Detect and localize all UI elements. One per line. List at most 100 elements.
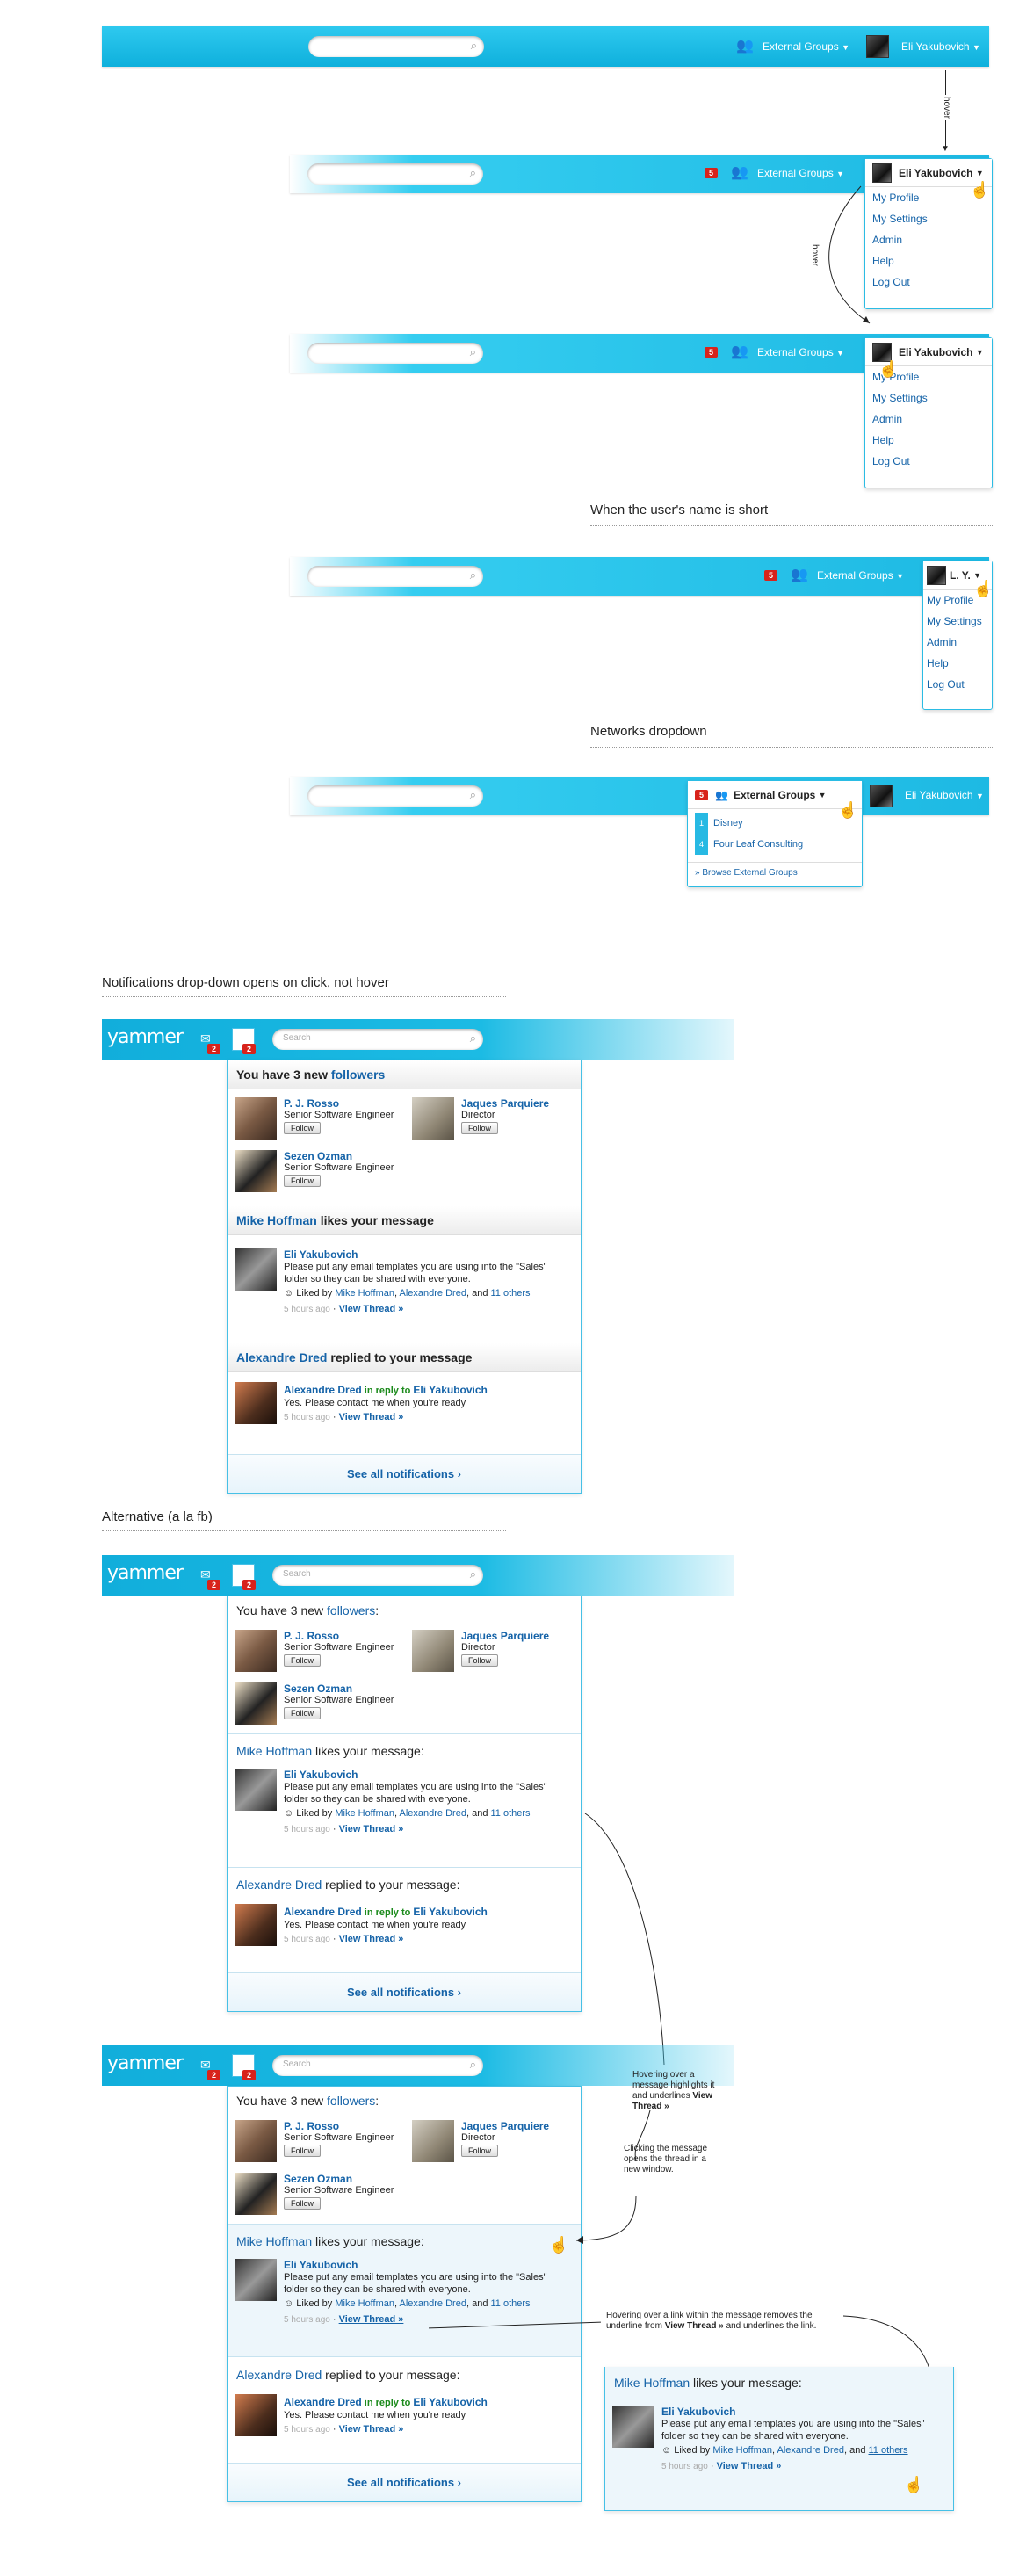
search-input[interactable]: Search ⌕ xyxy=(272,1565,483,1586)
network-item-four-leaf[interactable]: 4 Four Leaf Consulting xyxy=(688,834,862,855)
search-input[interactable]: ⌕ xyxy=(307,566,483,587)
like-heading[interactable]: Mike Hoffman likes your message xyxy=(228,1206,581,1235)
see-all-notifications-link[interactable]: See all notifications › xyxy=(228,1972,581,2011)
reply-message[interactable]: Alexandre Dred in reply to Eli Yakubovic… xyxy=(284,1384,574,1424)
follow-button[interactable]: Follow xyxy=(284,1175,322,1187)
networks-menu-header[interactable]: 5 👥 External Groups ▼ xyxy=(688,781,862,809)
follow-button[interactable]: Follow xyxy=(284,2145,322,2157)
person-photo[interactable] xyxy=(235,1769,277,1811)
menu-item-help[interactable]: Help xyxy=(865,430,992,451)
network-item-disney[interactable]: 1 Disney xyxy=(688,813,862,834)
liked-message[interactable]: Eli Yakubovich Please put any email temp… xyxy=(284,1769,574,1836)
yammer-logo[interactable]: yammer xyxy=(107,1026,184,1048)
liked-message[interactable]: Eli Yakubovich Please put any email temp… xyxy=(284,1248,574,1316)
networks-dropdown[interactable]: External Groups ▼ xyxy=(757,346,844,358)
click-arrow xyxy=(575,2109,651,2244)
avatar[interactable] xyxy=(872,342,892,362)
menu-item-my-settings[interactable]: My Settings xyxy=(923,611,992,632)
search-icon[interactable]: ⌕ xyxy=(470,166,476,180)
menu-item-my-settings[interactable]: My Settings xyxy=(865,387,992,409)
view-thread-link[interactable]: View Thread » xyxy=(339,1304,404,1314)
follow-button[interactable]: Follow xyxy=(284,1122,322,1134)
follow-button[interactable]: Follow xyxy=(284,2197,322,2210)
liked-message[interactable]: Eli Yakubovich Please put any email temp… xyxy=(661,2406,943,2473)
hover-label: hover xyxy=(810,242,820,269)
person-photo[interactable] xyxy=(235,1150,277,1192)
person-photo[interactable] xyxy=(612,2406,654,2448)
follow-button[interactable]: Follow xyxy=(284,1654,322,1667)
networks-dropdown[interactable]: External Groups ▼ xyxy=(757,167,844,179)
menu-item-help[interactable]: Help xyxy=(923,653,992,674)
reply-heading[interactable]: Alexandre Dred replied to your message: xyxy=(228,1870,581,1899)
search-input[interactable]: ⌕ xyxy=(307,163,483,185)
search-input[interactable]: Search ⌕ xyxy=(272,1029,483,1050)
user-menu-trigger[interactable]: Eli Yakubovich ▼ xyxy=(905,789,984,801)
menu-item-admin[interactable]: Admin xyxy=(923,632,992,653)
view-thread-link[interactable]: View Thread » xyxy=(339,1824,404,1834)
menu-item-help[interactable]: Help xyxy=(865,250,992,271)
search-input[interactable]: ⌕ xyxy=(307,343,483,364)
liked-others-link[interactable]: 11 others xyxy=(869,2445,908,2456)
person-photo[interactable] xyxy=(412,2120,454,2162)
yammer-logo[interactable]: yammer xyxy=(107,2052,184,2074)
networks-dropdown[interactable]: External Groups ▼ xyxy=(817,569,904,582)
reply-heading[interactable]: Alexandre Dred replied to your message xyxy=(228,1343,581,1372)
search-icon[interactable]: ⌕ xyxy=(471,39,477,53)
follower-sezen-ozman: Sezen Ozman Senior Software Engineer Follo… xyxy=(284,1150,394,1187)
search-icon[interactable]: ⌕ xyxy=(470,1567,476,1581)
browse-external-groups-link[interactable]: » Browse External Groups xyxy=(688,862,862,883)
search-input[interactable]: ⌕ xyxy=(307,785,483,807)
person-photo[interactable] xyxy=(235,2173,277,2215)
search-icon[interactable]: ⌕ xyxy=(470,788,476,802)
reply-heading[interactable]: Alexandre Dred replied to your message: xyxy=(228,2361,581,2389)
menu-item-log-out[interactable]: Log Out xyxy=(865,451,992,472)
person-photo[interactable] xyxy=(235,1904,277,1946)
menu-item-log-out[interactable]: Log Out xyxy=(923,674,992,695)
search-icon[interactable]: ⌕ xyxy=(470,1031,476,1046)
liked-message[interactable]: Eli Yakubovich Please put any email temp… xyxy=(284,2259,574,2326)
search-icon[interactable]: ⌕ xyxy=(470,345,476,359)
view-thread-link[interactable]: View Thread » xyxy=(339,2424,404,2435)
follow-button[interactable]: Follow xyxy=(461,2145,499,2157)
menu-item-admin[interactable]: Admin xyxy=(865,409,992,430)
view-thread-link[interactable]: View Thread » xyxy=(717,2461,782,2471)
follow-button[interactable]: Follow xyxy=(284,1707,322,1719)
follow-button[interactable]: Follow xyxy=(461,1122,499,1134)
search-icon[interactable]: ⌕ xyxy=(470,568,476,582)
person-photo[interactable] xyxy=(235,1248,277,1291)
reply-message[interactable]: Alexandre Dred in reply to Eli Yakubovic… xyxy=(284,1906,574,1946)
person-photo[interactable] xyxy=(235,2259,277,2301)
person-photo[interactable] xyxy=(235,1682,277,1725)
search-input[interactable]: Search ⌕ xyxy=(272,2055,483,2076)
view-thread-link[interactable]: View Thread » xyxy=(339,2314,404,2325)
user-menu-trigger[interactable]: Eli Yakubovich ▼ xyxy=(901,40,980,53)
person-photo[interactable] xyxy=(235,1630,277,1672)
person-photo[interactable] xyxy=(412,1630,454,1672)
person-photo[interactable] xyxy=(412,1097,454,1140)
view-thread-link[interactable]: View Thread » xyxy=(339,1412,404,1422)
like-heading[interactable]: Mike Hoffman likes your message: xyxy=(228,2227,581,2255)
follow-button[interactable]: Follow xyxy=(461,1654,499,1667)
menu-item-my-settings[interactable]: My Settings xyxy=(865,208,992,229)
like-heading[interactable]: Mike Hoffman likes your message: xyxy=(228,1737,581,1765)
messages-badge: 2 xyxy=(207,2070,221,2080)
hand-cursor-icon: ☝ xyxy=(838,801,858,819)
search-input[interactable]: ⌕ xyxy=(308,36,484,57)
menu-item-log-out[interactable]: Log Out xyxy=(865,271,992,293)
like-heading[interactable]: Mike Hoffman likes your message: xyxy=(605,2367,953,2397)
view-thread-link[interactable]: View Thread » xyxy=(339,1934,404,1944)
yammer-logo[interactable]: yammer xyxy=(107,1562,184,1584)
person-photo[interactable] xyxy=(235,1382,277,1424)
reply-message[interactable]: Alexandre Dred in reply to Eli Yakubovic… xyxy=(284,2396,574,2436)
menu-item-admin[interactable]: Admin xyxy=(865,229,992,250)
person-photo[interactable] xyxy=(235,2120,277,2162)
networks-dropdown[interactable]: External Groups ▼ xyxy=(763,40,849,53)
follower-sezen-ozman: Sezen Ozman Senior Software Engineer Follo… xyxy=(284,1682,394,1719)
messages-badge: 2 xyxy=(207,1044,221,1054)
see-all-notifications-link[interactable]: See all notifications › xyxy=(228,2463,581,2501)
person-photo[interactable] xyxy=(235,2394,277,2436)
see-all-notifications-link[interactable]: See all notifications › xyxy=(228,1454,581,1493)
search-icon[interactable]: ⌕ xyxy=(470,2058,476,2072)
person-photo[interactable] xyxy=(235,1097,277,1140)
smiley-icon: ☺ xyxy=(284,1288,294,1299)
